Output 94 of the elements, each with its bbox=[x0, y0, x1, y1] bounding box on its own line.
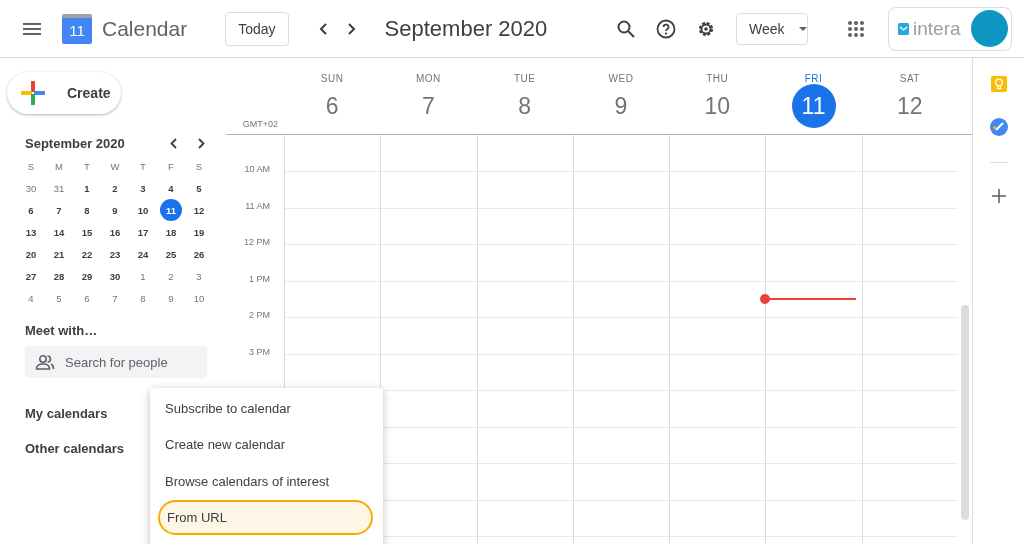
date-cell[interactable]: 6 bbox=[20, 199, 42, 221]
date-cell[interactable]: 2 bbox=[104, 177, 126, 199]
weekday-label: T bbox=[139, 159, 147, 174]
day-number[interactable]: 10 bbox=[695, 84, 740, 128]
date-cell[interactable]: 8 bbox=[76, 199, 98, 221]
weekday-label: MON bbox=[416, 73, 441, 84]
date-cell[interactable]: 27 bbox=[20, 265, 42, 287]
date-cell[interactable]: 26 bbox=[188, 243, 210, 265]
day-number[interactable]: 6 bbox=[310, 84, 355, 128]
date-cell[interactable]: 7 bbox=[104, 287, 126, 309]
date-cell[interactable]: 23 bbox=[104, 243, 126, 265]
date-cell[interactable]: 7 bbox=[48, 199, 70, 221]
day-number[interactable]: 12 bbox=[887, 84, 932, 128]
hour-label: 1 PM bbox=[249, 273, 270, 284]
hour-label: 3 PM bbox=[249, 346, 270, 357]
weekday-label: FRI bbox=[804, 73, 823, 84]
weekday-label: THU bbox=[706, 73, 729, 84]
timezone-label: GMT+02 bbox=[242, 119, 278, 129]
date-cell[interactable]: 20 bbox=[20, 243, 42, 265]
date-cell[interactable]: 15 bbox=[76, 221, 98, 243]
date-cell[interactable]: 19 bbox=[188, 221, 210, 243]
menu-item[interactable]: From URL bbox=[158, 499, 373, 535]
date-cell[interactable]: 12 bbox=[188, 199, 210, 221]
calendar-logo-icon: 11 bbox=[62, 13, 92, 44]
add-icon[interactable] bbox=[991, 189, 1006, 203]
date-cell[interactable]: 5 bbox=[188, 177, 210, 199]
date-cell[interactable]: 10 bbox=[188, 287, 210, 309]
brand-mark-icon bbox=[898, 22, 909, 35]
date-cell[interactable]: 5 bbox=[48, 287, 70, 309]
help-icon[interactable] bbox=[656, 18, 676, 39]
menu-item[interactable]: Create new calendar bbox=[150, 426, 373, 463]
weekday-label: S bbox=[26, 159, 36, 174]
weekday-label: W bbox=[109, 159, 121, 174]
date-cell[interactable]: 16 bbox=[104, 221, 126, 243]
date-cell[interactable]: 8 bbox=[132, 287, 154, 309]
day-number[interactable]: 9 bbox=[599, 84, 643, 128]
organization-logo-text: intera bbox=[913, 17, 961, 40]
scrollbar-thumb[interactable] bbox=[960, 305, 969, 520]
date-cell[interactable]: 21 bbox=[48, 243, 70, 265]
date-cell[interactable]: 9 bbox=[104, 199, 126, 221]
date-cell[interactable]: 14 bbox=[48, 221, 70, 243]
app-title: Calendar bbox=[102, 16, 188, 41]
menu-item[interactable]: Browse calendars of interest bbox=[150, 463, 373, 500]
day-number[interactable]: 8 bbox=[502, 84, 547, 128]
day-number[interactable]: 7 bbox=[406, 84, 451, 128]
plus-icon bbox=[21, 81, 45, 105]
section-heading: Meet with… bbox=[25, 323, 99, 338]
today-button[interactable]: Today bbox=[225, 11, 289, 46]
date-cell[interactable]: 30 bbox=[104, 265, 126, 287]
search-icon[interactable] bbox=[616, 18, 636, 39]
date-cell[interactable]: 3 bbox=[188, 265, 210, 287]
date-cell[interactable]: 9 bbox=[160, 287, 182, 309]
weekday-label: M bbox=[54, 159, 64, 174]
date-cell[interactable]: 6 bbox=[76, 287, 98, 309]
date-cell[interactable]: 2 bbox=[160, 265, 182, 287]
create-button[interactable]: Create bbox=[7, 72, 121, 114]
hour-label: 2 PM bbox=[249, 310, 270, 320]
apps-grid-icon[interactable] bbox=[846, 18, 866, 39]
weekday-label: SUN bbox=[320, 73, 344, 84]
date-cell[interactable]: 24 bbox=[132, 243, 154, 265]
hour-label: 11 AM bbox=[245, 200, 270, 211]
weekday-label: TUE bbox=[513, 73, 536, 84]
date-cell[interactable]: 28 bbox=[48, 265, 70, 287]
check-circle-icon[interactable] bbox=[989, 118, 1008, 136]
people-search-field[interactable]: Search for people bbox=[25, 346, 207, 378]
date-cell[interactable]: 11 bbox=[160, 199, 182, 221]
weekday-label: SAT bbox=[899, 73, 920, 84]
weekday-label: WED bbox=[608, 73, 634, 84]
date-cell[interactable]: 25 bbox=[160, 243, 182, 265]
date-cell[interactable]: 3 bbox=[132, 177, 154, 199]
date-cell[interactable]: 10 bbox=[132, 199, 154, 221]
date-cell[interactable]: 22 bbox=[76, 243, 98, 265]
period-title: September 2020 bbox=[384, 15, 548, 42]
date-cell[interactable]: 13 bbox=[20, 221, 42, 243]
date-cell[interactable]: 4 bbox=[20, 287, 42, 309]
date-cell[interactable]: 4 bbox=[160, 177, 182, 199]
date-cell[interactable]: 31 bbox=[48, 177, 70, 199]
hour-label: 10 AM bbox=[244, 164, 270, 174]
date-cell[interactable]: 30 bbox=[20, 177, 42, 199]
weekday-label: F bbox=[167, 159, 175, 174]
date-cell[interactable]: 18 bbox=[160, 221, 182, 243]
date-cell[interactable]: 1 bbox=[132, 265, 154, 287]
menu-item[interactable]: Subscribe to calendar bbox=[150, 390, 373, 427]
date-cell[interactable]: 29 bbox=[76, 265, 98, 287]
avatar[interactable] bbox=[970, 10, 1008, 47]
day-number[interactable]: 11 bbox=[791, 84, 836, 128]
date-cell[interactable]: 17 bbox=[132, 221, 154, 243]
date-cell[interactable]: 1 bbox=[76, 177, 98, 199]
weekday-label: S bbox=[194, 159, 204, 174]
hour-label: 12 PM bbox=[244, 237, 270, 247]
mini-calendar-title: September 2020 bbox=[25, 135, 126, 151]
weekday-label: T bbox=[83, 159, 91, 174]
caret-icon bbox=[798, 26, 807, 31]
view-dropdown[interactable]: Week bbox=[736, 12, 808, 45]
